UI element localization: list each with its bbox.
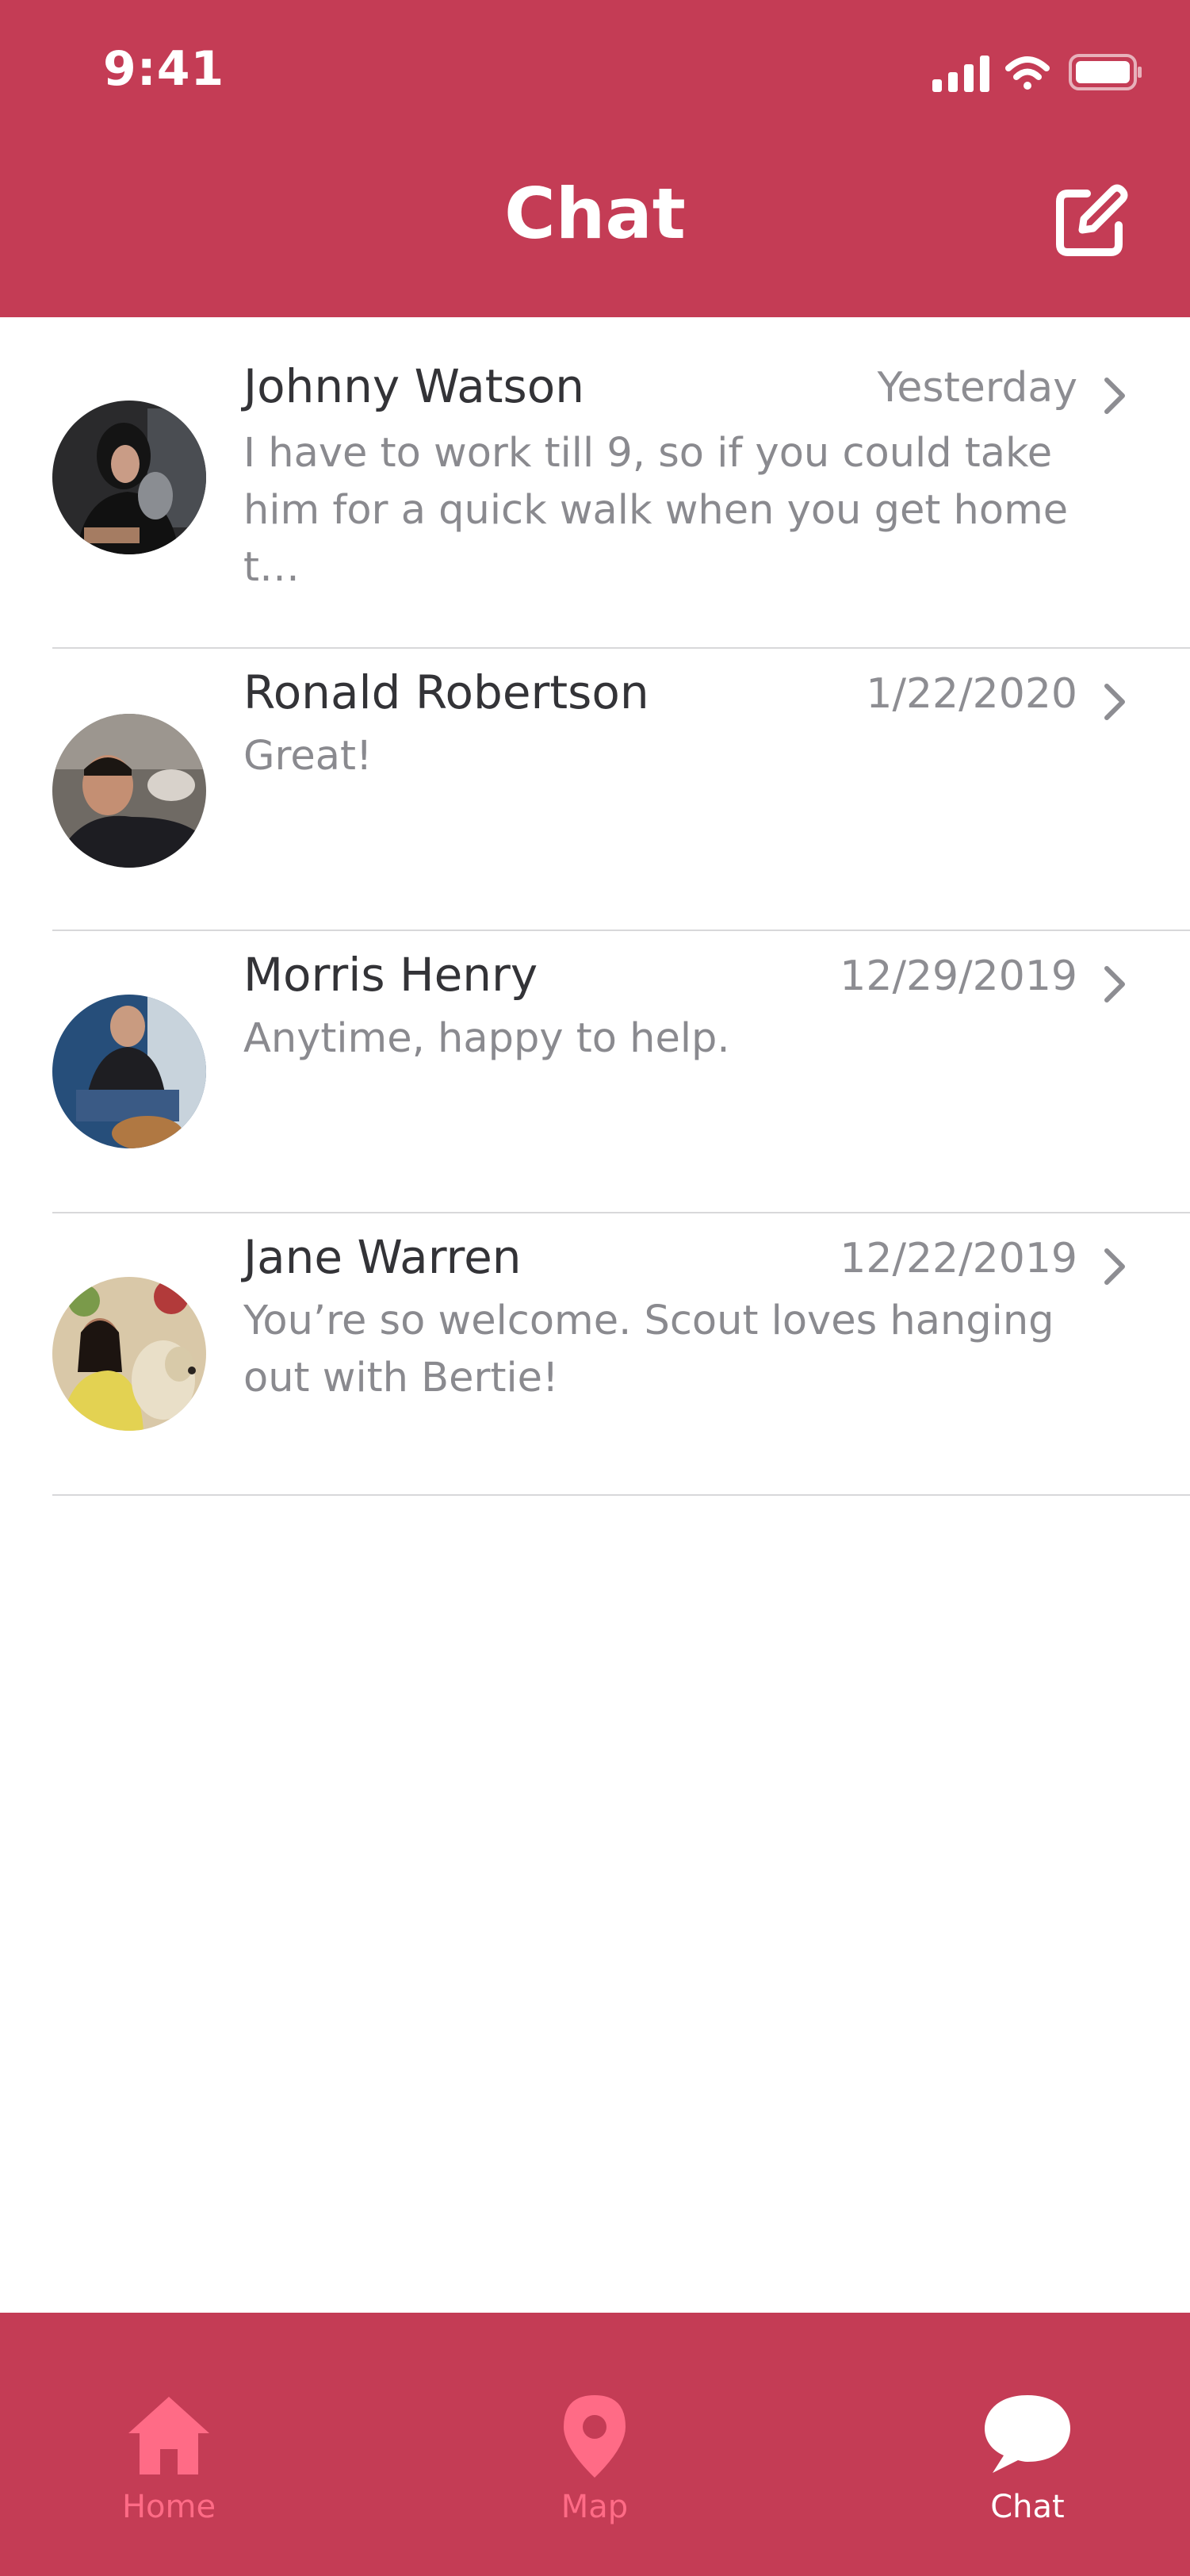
battery-icon <box>1069 54 1142 90</box>
chevron-right-icon <box>1104 378 1125 414</box>
tab-bar: Home Map Chat <box>0 2313 1190 2576</box>
chat-date: 12/22/2019 <box>840 1235 1077 1282</box>
contact-name: Morris Henry <box>243 948 538 1002</box>
tab-home[interactable]: Home <box>66 2392 272 2551</box>
avatar <box>52 995 206 1148</box>
map-pin-icon <box>564 2395 626 2478</box>
message-preview: I have to work till 9, so if you could t… <box>243 430 1069 591</box>
contact-name: Ronald Robertson <box>243 665 649 719</box>
chevron-right-icon <box>1104 966 1125 1002</box>
message-preview: You’re so welcome. Scout loves hanging o… <box>243 1298 1054 1401</box>
home-icon <box>128 2397 209 2474</box>
avatar <box>52 1277 206 1431</box>
tab-label: Home <box>121 2489 216 2525</box>
page-title: Chat <box>504 173 686 255</box>
chat-row-jane-warren[interactable]: Jane Warren 12/22/2019 You’re so welcome… <box>0 1213 1190 1496</box>
row-divider <box>52 1494 1190 1496</box>
status-time: 9:41 <box>103 41 225 97</box>
contact-name: Jane Warren <box>243 1230 522 1284</box>
wifi-icon <box>1005 56 1050 90</box>
chat-date: Yesterday <box>877 364 1077 412</box>
tab-label: Map <box>561 2489 629 2525</box>
cellular-signal-icon <box>932 56 989 92</box>
tab-label: Chat <box>990 2489 1065 2525</box>
avatar <box>52 401 206 554</box>
chat-date: 12/29/2019 <box>840 953 1077 1000</box>
avatar <box>52 714 206 868</box>
tab-chat[interactable]: Chat <box>924 2392 1131 2551</box>
chat-date: 1/22/2020 <box>866 670 1077 718</box>
compose-icon <box>1056 184 1128 256</box>
chevron-right-icon <box>1104 684 1125 720</box>
message-preview: Anytime, happy to help. <box>243 1015 730 1062</box>
compose-button[interactable] <box>1050 182 1130 262</box>
tab-map[interactable]: Map <box>492 2392 698 2551</box>
chevron-right-icon <box>1104 1248 1125 1285</box>
contact-name: Johnny Watson <box>243 359 585 413</box>
chat-bubble-icon <box>985 2395 1070 2473</box>
message-preview: Great! <box>243 733 373 780</box>
chat-row-johnny-watson[interactable]: Johnny Watson Yesterday I have to work t… <box>0 317 1190 649</box>
status-icons <box>932 54 1142 92</box>
chat-row-ronald-robertson[interactable]: Ronald Robertson 1/22/2020 Great! <box>0 649 1190 931</box>
chat-row-morris-henry[interactable]: Morris Henry 12/29/2019 Anytime, happy t… <box>0 931 1190 1213</box>
header-bar: 9:41 Chat <box>0 0 1190 317</box>
